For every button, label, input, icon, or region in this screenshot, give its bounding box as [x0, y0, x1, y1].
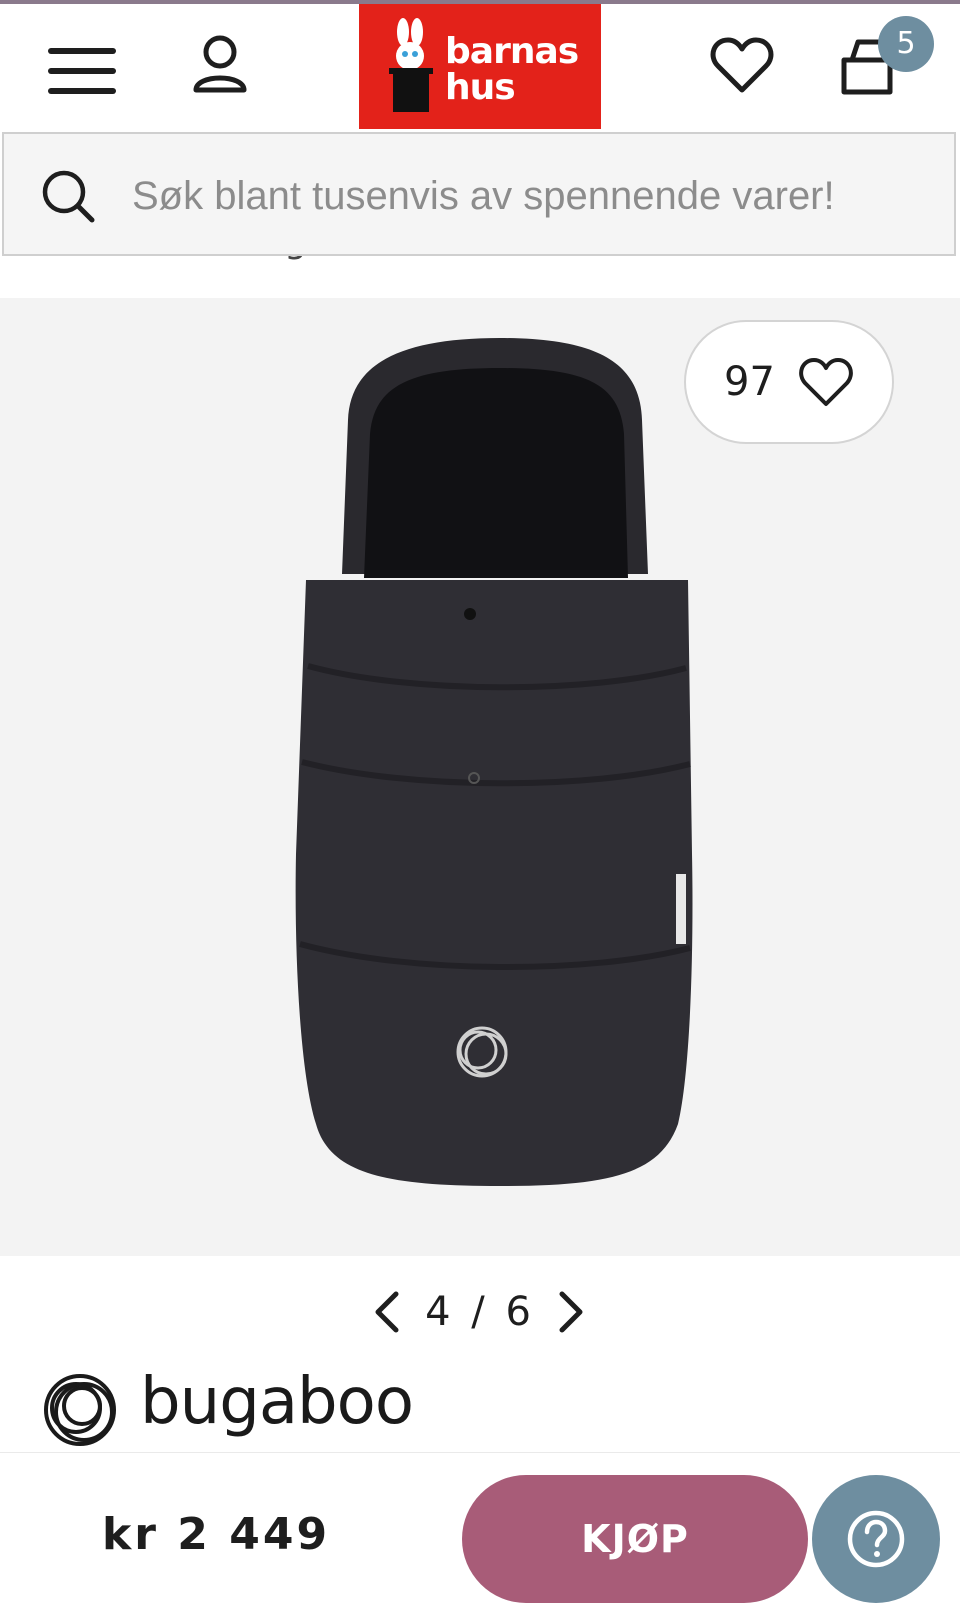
- brand-logo[interactable]: bugaboo: [40, 1365, 470, 1456]
- search-input[interactable]: [132, 164, 932, 228]
- image-pager: 4 / 6: [370, 1280, 600, 1344]
- wishlist-button[interactable]: [710, 34, 774, 96]
- menu-icon-bar: [48, 88, 116, 94]
- logo-text-line1: barnas: [445, 31, 579, 72]
- heart-icon: [799, 358, 853, 406]
- purchase-bar: kr 2 449 KJØP: [0, 1452, 960, 1624]
- like-button[interactable]: 97: [684, 320, 894, 444]
- menu-button[interactable]: [48, 48, 116, 96]
- chevron-left-icon[interactable]: [370, 1290, 404, 1334]
- product-gallery[interactable]: 97: [0, 298, 960, 1256]
- site-logo[interactable]: barnas hus: [359, 4, 601, 129]
- chevron-right-icon[interactable]: [554, 1290, 588, 1334]
- help-button[interactable]: [812, 1475, 940, 1603]
- rabbit-logo-icon: [389, 18, 433, 112]
- image-counter: 4 / 6: [425, 1289, 535, 1335]
- search-icon[interactable]: [40, 168, 96, 224]
- menu-icon-bar: [48, 48, 116, 54]
- search-bar: [2, 132, 956, 256]
- heart-icon: [710, 37, 774, 93]
- brand-name: bugaboo: [140, 1365, 414, 1439]
- buy-button[interactable]: KJØP: [462, 1475, 808, 1603]
- account-button[interactable]: [190, 32, 250, 96]
- user-icon: [193, 35, 247, 93]
- site-header: barnas hus 5: [0, 4, 960, 130]
- cart-count-badge: 5: [878, 16, 934, 72]
- menu-icon-bar: [48, 68, 116, 74]
- product-image: [295, 338, 693, 1186]
- help-icon: [847, 1510, 905, 1568]
- like-count: 97: [724, 359, 775, 405]
- product-price: kr 2 449: [102, 1509, 331, 1560]
- bugaboo-logo-icon: [44, 1374, 116, 1446]
- logo-text-line2: hus: [445, 67, 516, 108]
